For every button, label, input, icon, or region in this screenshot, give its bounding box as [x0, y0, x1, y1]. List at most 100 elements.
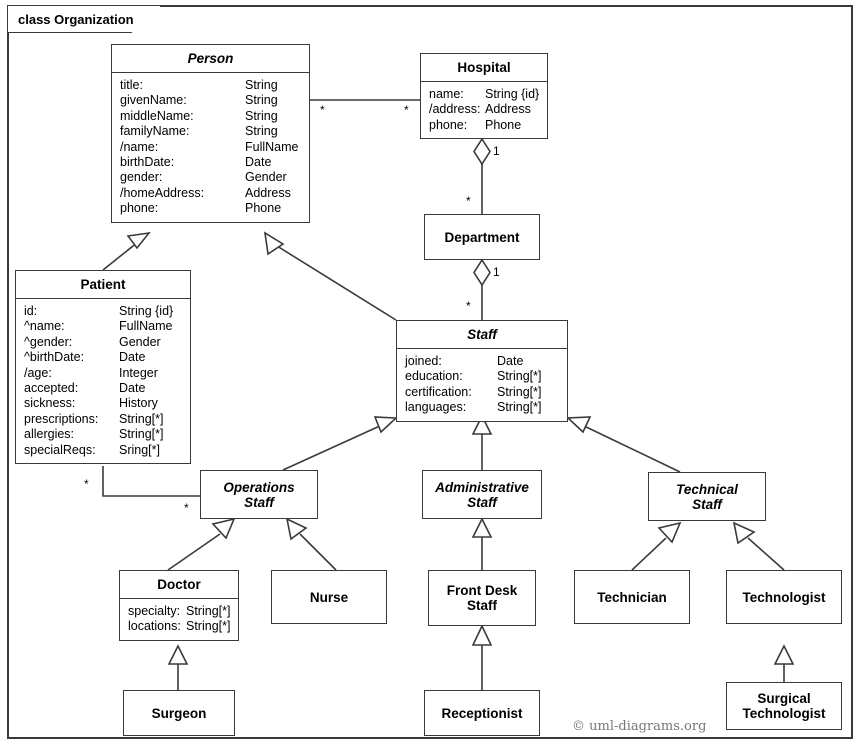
attribute-row: languages: String[*] — [405, 400, 567, 415]
uml-class-diagram: class Organization Person title: String g… — [0, 0, 860, 747]
attribute-type: String — [245, 78, 278, 92]
multiplicity-person-hospital-person-end: * — [320, 103, 325, 117]
class-department[interactable]: Department — [424, 214, 540, 260]
class-administrative-staff[interactable]: Administrative Staff — [422, 470, 542, 519]
class-front-desk-staff-title: Front Desk Staff — [446, 583, 518, 613]
class-technologist-title: Technologist — [742, 589, 826, 605]
class-doctor-title: Doctor — [120, 571, 238, 599]
multiplicity-hospital-department-department-end: * — [466, 194, 471, 208]
attribute-row: /name: FullName — [120, 140, 309, 155]
class-technical-staff[interactable]: Technical Staff — [648, 472, 766, 521]
attribute-type: String[*] — [186, 604, 231, 618]
attribute-type: Address — [245, 185, 291, 200]
attribute-row: joined: Date — [405, 354, 567, 369]
class-staff-title: Staff — [397, 321, 567, 349]
attribute-name: ^gender: — [24, 334, 73, 349]
attribute-row: ^gender: Gender — [24, 335, 190, 350]
attribute-type: Date — [245, 155, 272, 170]
class-hospital[interactable]: Hospital name: String {id} /address: Addre… — [420, 53, 548, 140]
class-surgical-technologist-title: Surgical Technologist — [742, 691, 826, 721]
attribute-type: Gender — [119, 334, 161, 349]
multiplicity-department-staff-department-end: 1 — [493, 265, 500, 279]
multiplicity-person-hospital-hospital-end: * — [404, 103, 409, 117]
attribute-name: joined: — [405, 354, 442, 368]
class-receptionist[interactable]: Receptionist — [424, 690, 540, 736]
attribute-type: Sring[*] — [119, 442, 160, 457]
class-surgeon[interactable]: Surgeon — [123, 690, 235, 736]
multiplicity-hospital-department-hospital-end: 1 — [493, 144, 500, 158]
class-nurse[interactable]: Nurse — [271, 570, 387, 624]
attribute-type: String[*] — [186, 619, 231, 634]
attribute-name: /name: — [120, 139, 159, 154]
attribute-type: Phone — [245, 201, 282, 216]
attribute-type: String[*] — [497, 384, 542, 399]
attribute-row: prescriptions: String[*] — [24, 412, 190, 427]
class-patient[interactable]: Patient id: String {id} ^name: FullName ^g… — [15, 270, 191, 465]
class-administrative-staff-title: Administrative Staff — [435, 479, 529, 510]
class-department-title: Department — [444, 229, 520, 245]
attribute-type: History — [119, 396, 158, 411]
class-operations-staff[interactable]: Operations Staff — [200, 470, 318, 519]
class-surgical-technologist[interactable]: Surgical Technologist — [726, 682, 842, 730]
attribute-row: sickness: History — [24, 396, 190, 411]
attribute-type: Date — [119, 381, 146, 396]
attribute-type: FullName — [245, 139, 299, 154]
attribute-name: ^birthDate: — [24, 350, 85, 365]
attribute-name: education: — [405, 369, 463, 384]
class-hospital-title: Hospital — [421, 54, 547, 82]
attribute-name: name: — [429, 87, 464, 101]
attribute-type: String — [245, 108, 278, 123]
attribute-type: String[*] — [497, 369, 542, 384]
attribute-name: languages: — [405, 400, 467, 415]
class-technician[interactable]: Technician — [574, 570, 690, 624]
attribute-name: locations: — [128, 619, 181, 634]
attribute-type: String {id} — [485, 87, 540, 101]
attribute-type: String — [245, 93, 278, 108]
attribute-type: Phone — [485, 117, 522, 132]
attribute-type: Address — [485, 102, 531, 117]
attribute-row: ^name: FullName — [24, 319, 190, 334]
attribute-row: givenName: String — [120, 93, 309, 108]
attribute-name: certification: — [405, 384, 472, 399]
attribute-name: phone: — [429, 117, 468, 132]
attribute-name: /homeAddress: — [120, 185, 205, 200]
class-person[interactable]: Person title: String givenName: String mid… — [111, 44, 310, 223]
attribute-row: specialty: String[*] — [128, 604, 238, 619]
attribute-name: id: — [24, 304, 38, 318]
attribute-type: Date — [119, 350, 146, 365]
multiplicity-department-staff-staff-end: * — [466, 299, 471, 313]
class-front-desk-staff[interactable]: Front Desk Staff — [428, 570, 536, 626]
attribute-name: title: — [120, 78, 143, 92]
attribute-type: String[*] — [119, 411, 164, 426]
attribute-type: String — [245, 124, 278, 139]
attribute-row: ^birthDate: Date — [24, 350, 190, 365]
classifier-layer: class Organization Person title: String g… — [0, 0, 860, 747]
attribute-name: phone: — [120, 201, 159, 216]
attribute-row: education: String[*] — [405, 369, 567, 384]
class-surgeon-title: Surgeon — [151, 705, 207, 721]
attribute-row: birthDate: Date — [120, 155, 309, 170]
attribute-name: accepted: — [24, 381, 79, 396]
attribute-type: String[*] — [119, 427, 164, 442]
attribute-name: /age: — [24, 365, 52, 380]
class-person-title: Person — [112, 45, 309, 73]
class-receptionist-title: Receptionist — [441, 705, 523, 721]
attribute-row: certification: String[*] — [405, 385, 567, 400]
class-patient-attributes: id: String {id} ^name: FullName ^gender: Ge… — [16, 299, 190, 463]
class-technician-title: Technician — [597, 589, 667, 605]
class-operations-staff-title: Operations Staff — [223, 479, 295, 510]
attribute-type: Date — [497, 354, 524, 368]
attribute-name: gender: — [120, 170, 163, 185]
attribute-row: familyName: String — [120, 124, 309, 139]
attribute-row: title: String — [120, 78, 309, 93]
class-doctor[interactable]: Doctor specialty: String[*] locations: Str… — [119, 570, 239, 641]
attribute-row: phone: Phone — [120, 201, 309, 216]
class-staff[interactable]: Staff joined: Date education: String[*] ce… — [396, 320, 568, 422]
attribute-name: birthDate: — [120, 155, 175, 170]
attribute-type: Gender — [245, 170, 287, 185]
attribute-row: /age: Integer — [24, 366, 190, 381]
attribute-name: /address: — [429, 102, 481, 117]
class-technologist[interactable]: Technologist — [726, 570, 842, 624]
class-nurse-title: Nurse — [309, 589, 349, 605]
attribute-name: specialReqs: — [24, 442, 96, 457]
